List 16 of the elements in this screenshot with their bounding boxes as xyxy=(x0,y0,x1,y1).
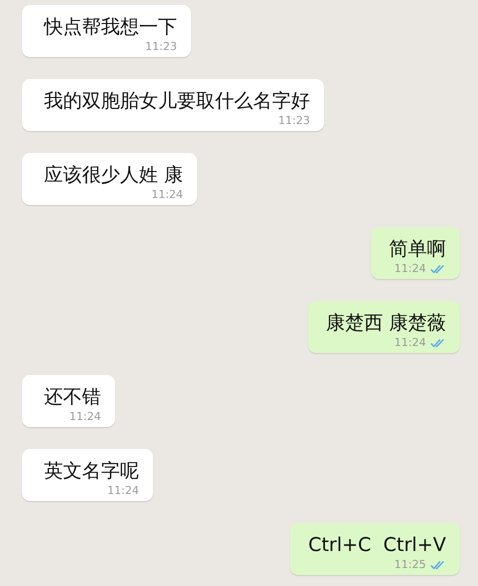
message-time: 11:24 xyxy=(151,188,184,201)
message-text: 康楚西 康楚薇 xyxy=(326,311,446,335)
message-text: 应该很少人姓 康 xyxy=(44,163,184,187)
message-text: Ctrl+C Ctrl+V xyxy=(308,533,446,557)
message-time: 11:24 xyxy=(394,262,426,275)
message-text: 快点帮我想一下 xyxy=(44,15,177,39)
message-time: 11:23 xyxy=(145,40,177,53)
message-time: 11:23 xyxy=(278,114,310,127)
message-time: 11:24 xyxy=(107,484,139,497)
message-time: 11:24 xyxy=(69,410,101,423)
message-time: 11:24 xyxy=(394,336,426,349)
message-text: 简单啊 xyxy=(389,237,446,261)
message-text: 还不错 xyxy=(44,385,101,409)
message-text: 英文名字呢 xyxy=(44,459,139,483)
message-time: 11:25 xyxy=(394,558,426,571)
message-text: 我的双胞胎女儿要取什么名字好 xyxy=(44,89,310,113)
